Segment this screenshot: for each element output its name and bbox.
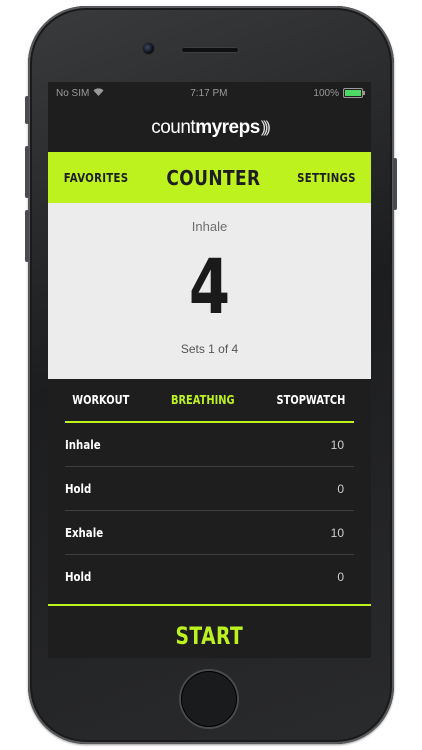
row-label: Hold bbox=[65, 481, 92, 496]
start-label: START bbox=[175, 621, 244, 650]
mute-switch bbox=[25, 96, 29, 124]
volume-up-button bbox=[25, 146, 29, 198]
row-value: 10 bbox=[330, 437, 344, 452]
earpiece-speaker bbox=[181, 47, 239, 53]
carrier-label: No SIM bbox=[56, 87, 90, 99]
tab-breathing[interactable]: BREATHING bbox=[171, 393, 235, 407]
breathing-settings-list: Inhale 10 Hold 0 Exhale 10 Hold 0 bbox=[65, 423, 354, 598]
row-label: Inhale bbox=[65, 437, 101, 452]
rep-count: 4 bbox=[188, 242, 231, 331]
logo-text-count: count bbox=[151, 117, 196, 138]
settings-button[interactable]: SETTINGS bbox=[297, 171, 356, 185]
mode-tabs: WORKOUT BREATHING STOPWATCH bbox=[48, 379, 371, 421]
row-value: 10 bbox=[330, 525, 344, 540]
logo-wave-icon: ))) bbox=[260, 119, 271, 136]
list-item-hold[interactable]: Hold 0 bbox=[65, 467, 354, 511]
list-item-hold-2[interactable]: Hold 0 bbox=[65, 555, 354, 598]
tab-workout[interactable]: WORKOUT bbox=[72, 393, 129, 407]
sets-progress: Sets 1 of 4 bbox=[180, 342, 239, 356]
status-time: 7:17 PM bbox=[190, 87, 228, 99]
home-button bbox=[181, 671, 237, 727]
status-bar: No SIM 7:17 PM 100% bbox=[48, 82, 371, 104]
tab-stopwatch[interactable]: STOPWATCH bbox=[277, 393, 346, 407]
counter-panel[interactable]: Inhale 4 Sets 1 of 4 bbox=[48, 203, 371, 379]
start-button[interactable]: START bbox=[48, 606, 371, 658]
list-item-exhale[interactable]: Exhale 10 bbox=[65, 511, 354, 555]
row-label: Hold bbox=[65, 569, 92, 584]
power-button bbox=[393, 158, 397, 210]
page-title: COUNTER bbox=[165, 165, 261, 190]
wifi-icon bbox=[93, 87, 104, 99]
app-logo: count myreps))) bbox=[48, 104, 371, 152]
top-nav-bar: FAVORITES COUNTER SETTINGS bbox=[48, 152, 371, 203]
battery-percent: 100% bbox=[313, 87, 339, 99]
list-item-inhale[interactable]: Inhale 10 bbox=[65, 423, 354, 467]
battery-icon bbox=[342, 88, 365, 98]
logo-text-myreps: myreps bbox=[195, 117, 260, 138]
favorites-button[interactable]: FAVORITES bbox=[64, 171, 129, 185]
row-label: Exhale bbox=[65, 525, 104, 540]
row-value: 0 bbox=[337, 569, 344, 584]
row-value: 0 bbox=[337, 481, 344, 496]
app-screen: No SIM 7:17 PM 100% count myreps))) FAVOR… bbox=[48, 82, 371, 658]
phase-label: Inhale bbox=[191, 219, 228, 234]
front-camera bbox=[143, 43, 154, 54]
volume-down-button bbox=[25, 210, 29, 262]
